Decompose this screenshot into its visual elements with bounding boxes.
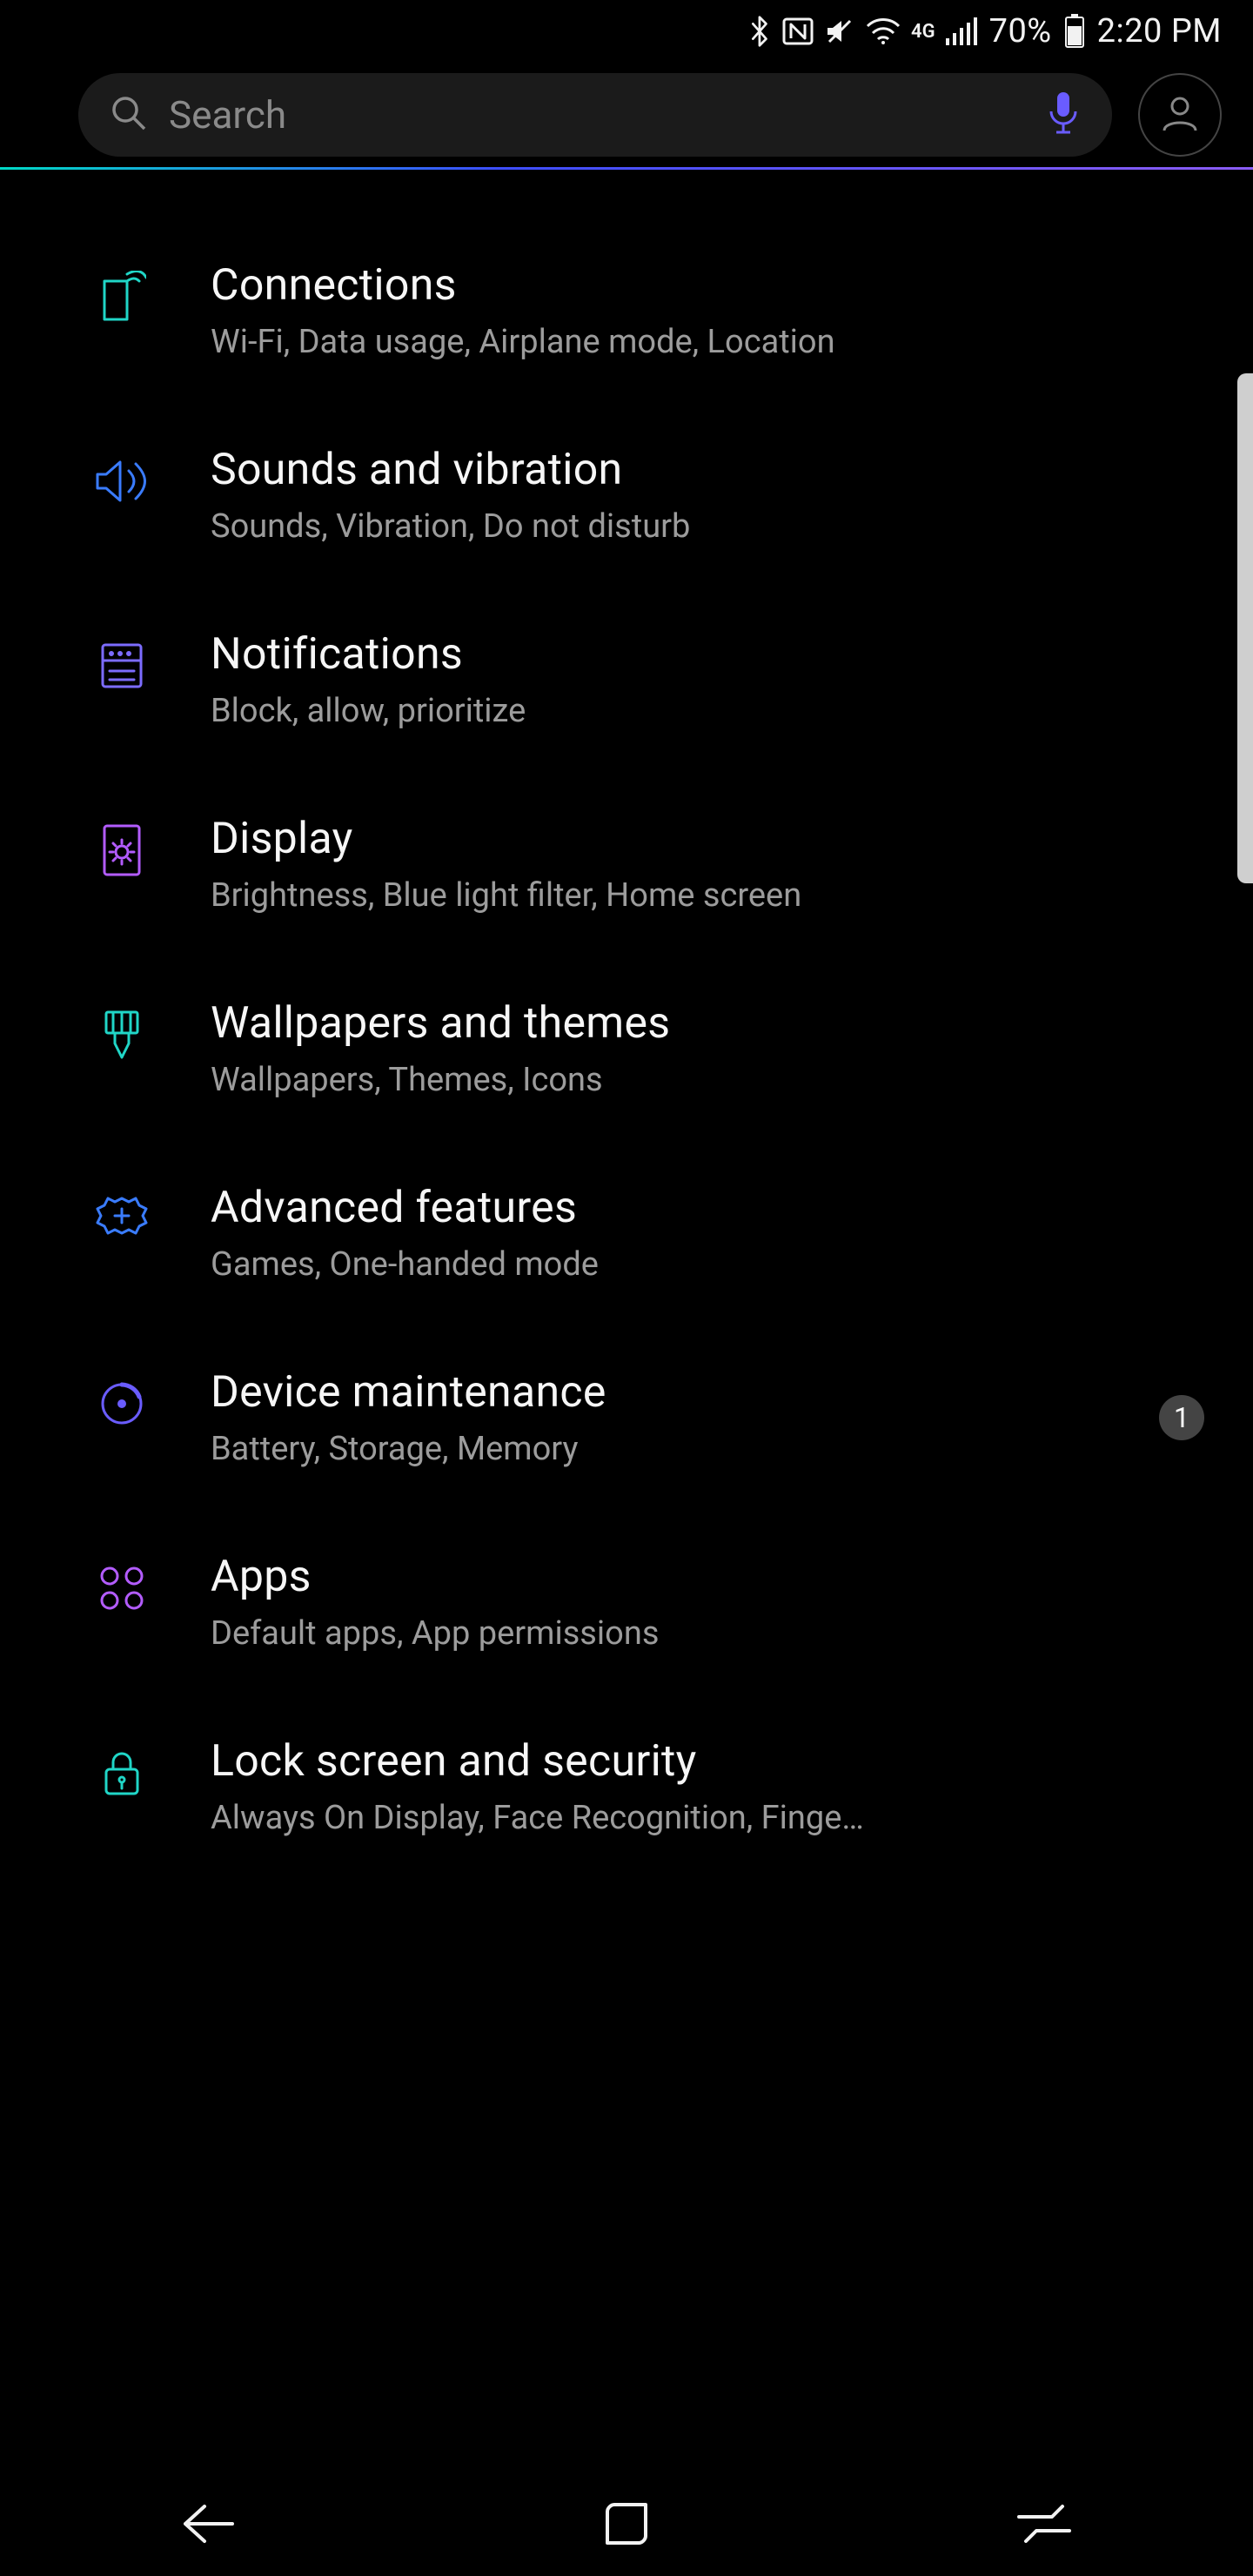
- back-button[interactable]: [122, 2499, 296, 2548]
- sound-icon: [94, 453, 150, 509]
- lock-icon: [94, 1745, 150, 1801]
- settings-item-advanced[interactable]: Advanced features Games, One-handed mode: [94, 1141, 1204, 1325]
- settings-item-title: Advanced features: [211, 1183, 1204, 1233]
- battery-icon: [1064, 14, 1085, 49]
- settings-item-title: Device maintenance: [211, 1367, 1098, 1418]
- settings-item-notifications[interactable]: Notifications Block, allow, prioritize: [94, 587, 1204, 772]
- battery-percent: 70%: [989, 12, 1052, 50]
- home-button[interactable]: [539, 2499, 714, 2548]
- maintenance-icon: [94, 1376, 150, 1432]
- notification-badge: 1: [1159, 1395, 1204, 1440]
- wallpaper-icon: [94, 1007, 150, 1063]
- settings-item-connections[interactable]: Connections Wi-Fi, Data usage, Airplane m…: [94, 218, 1204, 403]
- search-icon: [110, 94, 148, 136]
- search-input[interactable]: Search: [78, 73, 1112, 157]
- nfc-icon: [782, 16, 814, 47]
- apps-icon: [94, 1560, 150, 1616]
- settings-item-display[interactable]: Display Brightness, Blue light filter, Ho…: [94, 772, 1204, 956]
- settings-item-subtitle: Battery, Storage, Memory: [211, 1430, 1098, 1468]
- settings-item-lock[interactable]: Lock screen and security Always On Displa…: [94, 1694, 1204, 1879]
- settings-item-wallpaper[interactable]: Wallpapers and themes Wallpapers, Themes,…: [94, 956, 1204, 1141]
- signal-icon: [946, 17, 977, 45]
- display-icon: [94, 822, 150, 878]
- settings-item-title: Sounds and vibration: [211, 445, 1204, 495]
- settings-item-subtitle: Block, allow, prioritize: [211, 692, 1133, 730]
- settings-item-apps[interactable]: Apps Default apps, App permissions: [94, 1510, 1204, 1694]
- navigation-bar: [0, 2472, 1253, 2576]
- settings-item-subtitle: Games, One-handed mode: [211, 1245, 1133, 1284]
- notifications-icon: [94, 638, 150, 694]
- recents-button[interactable]: [957, 2503, 1131, 2545]
- advanced-icon: [94, 1191, 150, 1247]
- settings-list: Connections Wi-Fi, Data usage, Airplane m…: [0, 170, 1253, 1879]
- settings-item-title: Display: [211, 814, 1204, 864]
- settings-item-title: Lock screen and security: [211, 1736, 1204, 1787]
- settings-item-subtitle: Sounds, Vibration, Do not disturb: [211, 507, 1133, 546]
- mute-icon: [824, 16, 855, 47]
- scrollbar-thumb[interactable]: [1237, 373, 1253, 883]
- wifi-icon: [866, 17, 901, 45]
- connections-icon: [94, 269, 150, 325]
- settings-item-sound[interactable]: Sounds and vibration Sounds, Vibration, D…: [94, 403, 1204, 587]
- clock: 2:20 PM: [1097, 12, 1222, 50]
- network-type-label: 4G: [911, 21, 935, 43]
- settings-item-maintenance[interactable]: Device maintenance Battery, Storage, Memo…: [94, 1325, 1204, 1510]
- status-bar: 4G 70% 2:20 PM: [0, 0, 1253, 63]
- bluetooth-icon: [749, 14, 772, 49]
- settings-item-subtitle: Brightness, Blue light filter, Home scre…: [211, 876, 1133, 915]
- settings-item-subtitle: Default apps, App permissions: [211, 1614, 1133, 1653]
- settings-item-title: Apps: [211, 1552, 1204, 1602]
- settings-item-subtitle: Wi-Fi, Data usage, Airplane mode, Locati…: [211, 323, 1133, 361]
- settings-item-subtitle: Always On Display, Face Recognition, Fin…: [211, 1799, 1133, 1837]
- account-button[interactable]: [1138, 73, 1222, 157]
- settings-item-title: Wallpapers and themes: [211, 998, 1204, 1049]
- settings-item-subtitle: Wallpapers, Themes, Icons: [211, 1061, 1133, 1099]
- search-row: Search: [0, 63, 1253, 167]
- search-placeholder: Search: [169, 92, 1025, 138]
- mic-icon[interactable]: [1046, 91, 1081, 139]
- settings-item-title: Connections: [211, 260, 1204, 311]
- settings-item-title: Notifications: [211, 629, 1204, 680]
- person-icon: [1159, 92, 1201, 138]
